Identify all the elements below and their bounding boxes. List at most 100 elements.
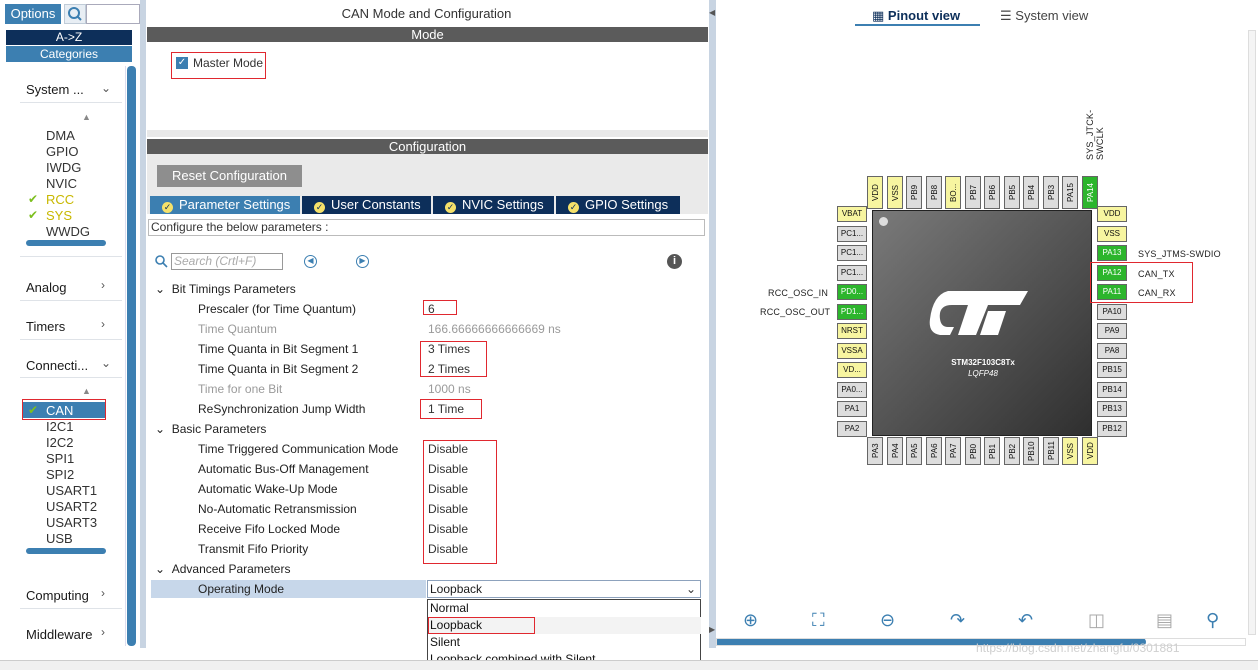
chevron-right-icon[interactable]: › [101,278,105,292]
option-silent[interactable]: Silent [429,634,701,651]
list-item-can[interactable]: CAN [46,403,73,418]
section-analog[interactable]: Analog [26,280,66,295]
info-icon[interactable]: i [667,254,682,269]
pin-left[interactable]: PA2 [837,420,867,437]
pin-left[interactable]: VBAT [837,206,867,222]
list-item-usart2[interactable]: USART2 [46,499,97,514]
list-item-i2c2[interactable]: I2C2 [46,435,73,450]
list-item-usart3[interactable]: USART3 [46,515,97,530]
list-item-nvic[interactable]: NVIC [46,176,77,191]
pin-bottom[interactable]: PA6 [925,437,942,465]
pin-right[interactable]: PB14 [1097,381,1127,398]
fit-icon[interactable]: ⛶ [812,610,825,631]
pin-bottom[interactable]: PB0 [964,437,981,465]
list-item-spi1[interactable]: SPI1 [46,451,74,466]
pin-bottom[interactable]: PB10 [1023,437,1039,465]
pin-bottom[interactable]: PB11 [1042,437,1059,465]
pin-right[interactable]: PA13 [1097,245,1127,261]
pin-top[interactable]: PA14 [1081,176,1098,209]
splitter[interactable] [140,0,146,648]
pin-top[interactable]: PB6 [984,176,1000,209]
pin-top[interactable]: VSS [886,176,903,209]
collapse-left-icon[interactable]: ◀ [709,8,715,17]
section-connectivity[interactable]: Connecti... [26,358,88,373]
search-button[interactable] [64,4,86,24]
group-bit-timings[interactable]: ⌄ Bit Timings Parameters [155,282,296,296]
list-item-sys[interactable]: SYS [46,208,72,223]
pin-top[interactable]: PA15 [1062,176,1078,209]
prev-icon[interactable]: ◀ [304,255,317,268]
splitter[interactable] [709,0,716,648]
list-item-gpio[interactable]: GPIO [46,144,79,159]
pin-right[interactable]: VDD [1097,206,1127,222]
chevron-down-icon[interactable]: ⌄ [101,81,111,95]
pin-right[interactable]: PB13 [1097,401,1127,417]
sort-az-button[interactable]: A->Z [6,30,132,45]
group-basic[interactable]: ⌄ Basic Parameters [155,422,266,436]
system-view-tab[interactable]: ☰ System view [1000,8,1088,24]
pin-bottom[interactable]: PB1 [984,437,1000,465]
pin-left[interactable]: PC1... [837,225,867,242]
pin-top[interactable]: PB7 [964,176,981,209]
pin-bottom[interactable]: PA5 [906,437,922,465]
pinout-view-tab[interactable]: ▦ Pinout view [872,8,960,24]
rotate-left-icon[interactable]: ↶ [1018,610,1033,631]
list-item-rcc[interactable]: RCC [46,192,74,207]
scroll-up-icon[interactable]: ▲ [82,112,91,122]
search-input[interactable] [86,4,140,24]
pin-left[interactable]: PD1... [837,303,867,320]
option-normal[interactable]: Normal [429,600,701,617]
split-vertical-icon[interactable]: ◫ [1088,610,1105,631]
left-scrollbar[interactable] [127,66,136,646]
list-item-wwdg[interactable]: WWDG [46,224,90,239]
vertical-scrollbar[interactable] [1248,30,1256,635]
list-item-i2c1[interactable]: I2C1 [46,419,73,434]
pin-left[interactable]: VSSA [837,342,867,359]
connectivity-scrollbar[interactable] [26,548,106,554]
pin-left[interactable]: PC1... [837,245,867,261]
pin-right[interactable]: PB15 [1097,362,1127,378]
tab-parameter-settings[interactable]: ✓ Parameter Settings [150,196,300,214]
chevron-down-icon[interactable]: ⌄ [101,356,111,370]
pin-bottom[interactable]: PB2 [1003,437,1020,465]
search-icon[interactable]: ⚲ [1206,610,1219,631]
group-advanced[interactable]: ⌄ Advanced Parameters [155,562,290,576]
pin-top[interactable]: PB8 [925,176,942,209]
pin-top[interactable]: BO... [945,176,961,209]
tab-nvic-settings[interactable]: ✓ NVIC Settings [433,196,554,214]
list-item-iwdg[interactable]: IWDG [46,160,81,175]
pin-right[interactable]: PA10 [1097,303,1127,320]
section-middleware[interactable]: Middleware [26,627,92,642]
pin-top[interactable]: VDD [867,176,883,209]
section-computing[interactable]: Computing [26,588,89,603]
list-item-spi2[interactable]: SPI2 [46,467,74,482]
chevron-right-icon[interactable]: › [101,586,105,600]
pin-right[interactable]: VSS [1097,225,1127,242]
pin-left[interactable]: PA1 [837,401,867,417]
section-timers[interactable]: Timers [26,319,65,334]
chevron-right-icon[interactable]: › [101,317,105,331]
scroll-up-icon[interactable]: ▲ [82,386,91,396]
param-search-input[interactable]: Search (Crtl+F) [171,253,283,270]
categories-button[interactable]: Categories [6,46,132,62]
pin-left[interactable]: PD0... [837,284,867,300]
next-icon[interactable]: ▶ [356,255,369,268]
zoom-in-icon[interactable]: ⊕ [743,610,758,631]
pin-bottom[interactable]: VDD [1081,437,1098,465]
split-horizontal-icon[interactable]: ▤ [1156,610,1173,631]
section-system[interactable]: System ... [26,82,84,97]
rotate-right-icon[interactable]: ↷ [950,610,965,631]
operating-mode-select[interactable]: Loopback ⌄ [427,580,701,598]
pin-top[interactable]: PB5 [1003,176,1020,209]
system-scrollbar[interactable] [26,240,106,246]
pin-left[interactable]: VD... [837,362,867,378]
pin-top[interactable]: PB9 [906,176,922,209]
list-item-usart1[interactable]: USART1 [46,483,97,498]
zoom-out-icon[interactable]: ⊖ [880,610,895,631]
pin-right[interactable]: PA9 [1097,323,1127,339]
expand-right-icon[interactable]: ▶ [709,625,715,634]
list-item-usb[interactable]: USB [46,531,73,546]
list-item-dma[interactable]: DMA [46,128,75,143]
reset-configuration-button[interactable]: Reset Configuration [157,165,302,187]
pin-bottom[interactable]: PA3 [867,437,883,465]
